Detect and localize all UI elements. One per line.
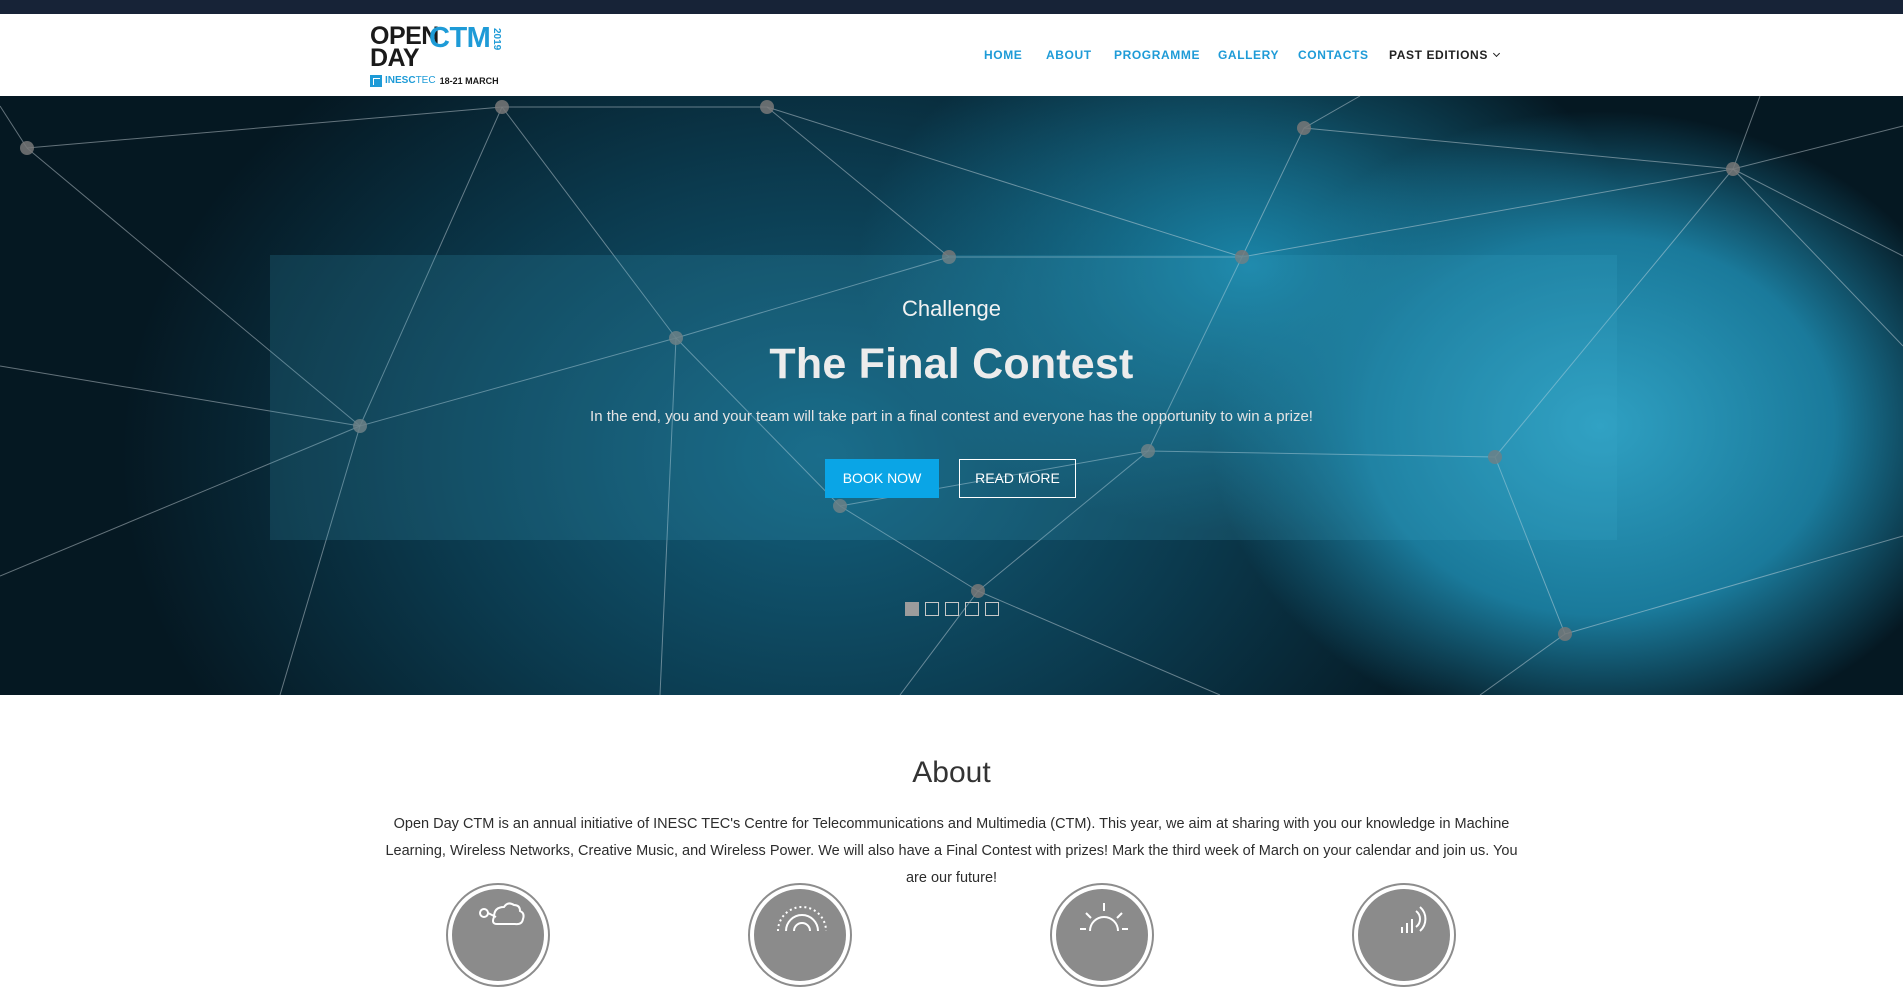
wireless-networks-feature[interactable]	[748, 883, 852, 987]
nav-programme[interactable]: PROGRAMME	[1114, 48, 1200, 62]
hero-subtitle: Challenge	[901, 296, 1002, 321]
wireless-power-icon	[1401, 906, 1427, 933]
main-nav: HOME ABOUT PROGRAMME GALLERY CONTACTS PA…	[0, 48, 1903, 68]
machine-learning-icon	[479, 902, 525, 926]
logo-inesc-text: INESCTEC	[385, 75, 436, 86]
nav-past-editions[interactable]: PAST EDITIONS	[1389, 48, 1500, 62]
creative-music-feature[interactable]	[1050, 883, 1154, 987]
creative-music-icon	[1080, 903, 1128, 932]
about-heading: About	[912, 756, 991, 789]
wireless-power-feature[interactable]	[1352, 883, 1456, 987]
slider-pagination	[905, 602, 999, 616]
book-now-button[interactable]: BOOK NOW	[825, 459, 939, 498]
chevron-down-icon	[1492, 49, 1500, 58]
nav-past-editions-label: PAST EDITIONS	[1389, 48, 1488, 62]
machine-learning-feature[interactable]	[446, 883, 550, 987]
nav-home[interactable]: HOME	[984, 48, 1022, 62]
nav-contacts[interactable]: CONTACTS	[1298, 48, 1369, 62]
hero-description: In the end, you and your team will take …	[590, 408, 1313, 425]
slide-dot-4[interactable]	[965, 602, 979, 616]
slide-dot-3[interactable]	[945, 602, 959, 616]
slide-dot-5[interactable]	[985, 602, 999, 616]
nav-about[interactable]: ABOUT	[1046, 48, 1092, 62]
nav-gallery[interactable]: GALLERY	[1218, 48, 1279, 62]
logo-inesc-row: INESCTEC 18-21 MARCH	[370, 74, 499, 87]
top-bar	[0, 0, 1903, 14]
logo-dates-text: 18-21 MARCH	[439, 75, 499, 86]
about-description: Open Day CTM is an annual initiative of …	[385, 816, 1518, 886]
wireless-networks-icon	[777, 906, 827, 932]
slide-dot-2[interactable]	[925, 602, 939, 616]
logo-year-text: 2019	[491, 28, 502, 51]
slide-dot-1[interactable]	[905, 602, 919, 616]
hero-title: The Final Contest	[769, 340, 1134, 388]
site-header: OPEN DAY CTM 2019 INESCTEC 18-21 MARCH H…	[0, 14, 1903, 96]
inesc-tec-mark-icon	[370, 74, 382, 87]
read-more-button[interactable]: READ MORE	[959, 459, 1076, 498]
hero-slider: Challenge The Final Contest In the end, …	[0, 96, 1903, 695]
